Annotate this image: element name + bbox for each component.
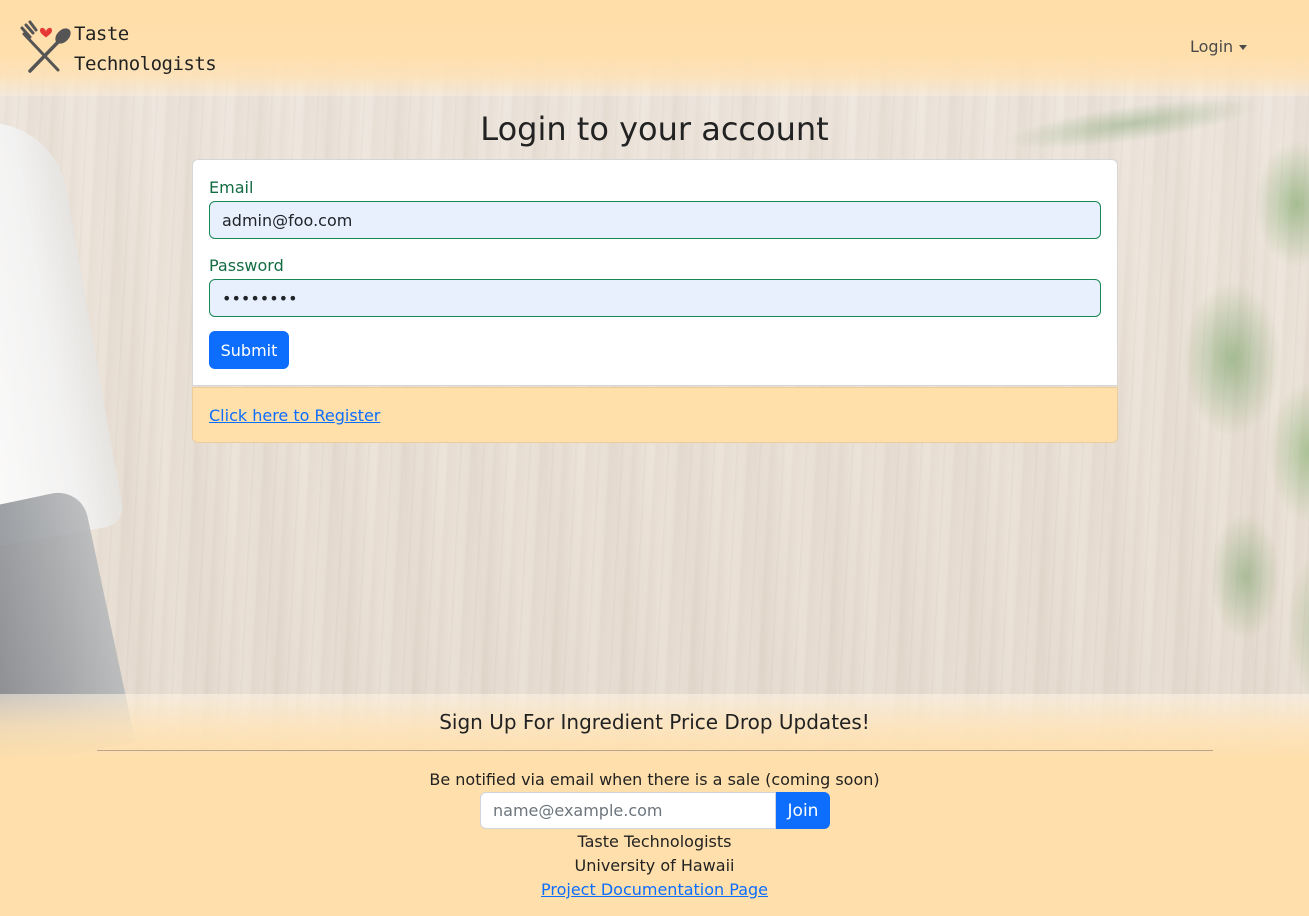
login-card: Email Password Submit <box>192 159 1118 386</box>
newsletter-heading: Sign Up For Ingredient Price Drop Update… <box>439 710 870 734</box>
email-label: Email <box>209 178 254 197</box>
brand-home-link[interactable]: Taste Technologists <box>18 18 217 82</box>
footer-university: University of Hawaii <box>574 856 735 875</box>
herbs-decoration <box>1089 80 1309 700</box>
brand-line-1: Taste <box>74 23 129 45</box>
login-dropdown[interactable]: Login <box>1190 37 1248 56</box>
footer-divider <box>97 750 1213 751</box>
newsletter-email-input[interactable] <box>480 792 776 829</box>
join-button[interactable]: Join <box>776 792 830 829</box>
password-field[interactable] <box>209 279 1101 317</box>
knife-blade-decoration <box>0 110 126 550</box>
email-field[interactable] <box>209 201 1101 239</box>
caret-down-icon <box>1239 45 1248 50</box>
register-link[interactable]: Click here to Register <box>209 406 380 425</box>
footer-org-name: Taste Technologists <box>577 832 732 851</box>
password-label: Password <box>209 256 284 275</box>
brand-name: Taste Technologists <box>74 19 217 79</box>
project-documentation-link[interactable]: Project Documentation Page <box>541 880 768 899</box>
submit-button[interactable]: Submit <box>209 331 289 369</box>
register-panel: Click here to Register <box>192 387 1118 443</box>
newsletter-notice: Be notified via email when there is a sa… <box>429 770 880 789</box>
footer: Sign Up For Ingredient Price Drop Update… <box>0 694 1309 916</box>
login-dropdown-label: Login <box>1190 37 1234 56</box>
fork-spoon-heart-icon <box>18 18 74 78</box>
page-title: Login to your account <box>480 110 829 148</box>
brand-line-2: Technologists <box>74 53 217 75</box>
footer-docs-line: Project Documentation Page <box>0 880 1309 899</box>
navbar: Taste Technologists Login <box>0 0 1309 96</box>
